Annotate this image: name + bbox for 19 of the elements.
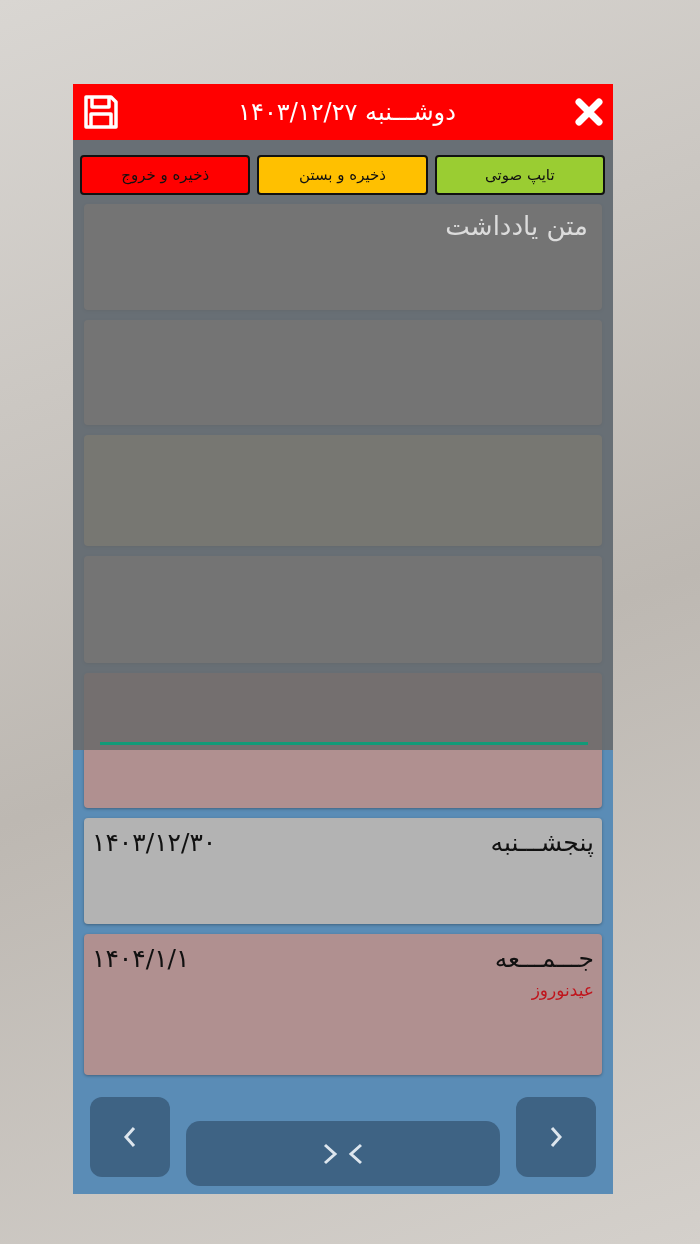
action-button[interactable]: تایپ صوتی	[434, 155, 605, 195]
previous-button[interactable]	[90, 1097, 170, 1177]
date-text: ۱۴۰۴/۱/۱	[92, 943, 190, 975]
chevron-right-icon	[549, 1126, 563, 1148]
holiday-text: عیدنوروز	[530, 980, 594, 1000]
today-button[interactable]	[186, 1121, 500, 1186]
window-title: دوشـــنبه ۱۴۰۳/۱۲/۲۷	[238, 98, 456, 126]
chevron-left-icon	[123, 1126, 137, 1148]
close-icon[interactable]	[575, 98, 603, 126]
day-name: جـــمـــعه	[494, 943, 594, 975]
day-card[interactable]: جـــمـــعه ۱۴۰۴/۱/۱ عیدنوروز	[84, 934, 602, 1075]
next-button[interactable]	[516, 1097, 596, 1177]
save-icon[interactable]	[83, 94, 119, 130]
day-card[interactable]: پنجشـــنبه ۱۴۰۳/۱۲/۳۰	[84, 818, 602, 924]
day-name: پنجشـــنبه	[490, 827, 594, 859]
date-text: ۱۴۰۳/۱۲/۳۰	[92, 827, 217, 859]
action-button[interactable]: ذخیره و خروج	[80, 155, 251, 195]
chevrons-inward-icon	[321, 1141, 365, 1166]
action-button[interactable]: ذخیره و بستن	[257, 155, 428, 195]
